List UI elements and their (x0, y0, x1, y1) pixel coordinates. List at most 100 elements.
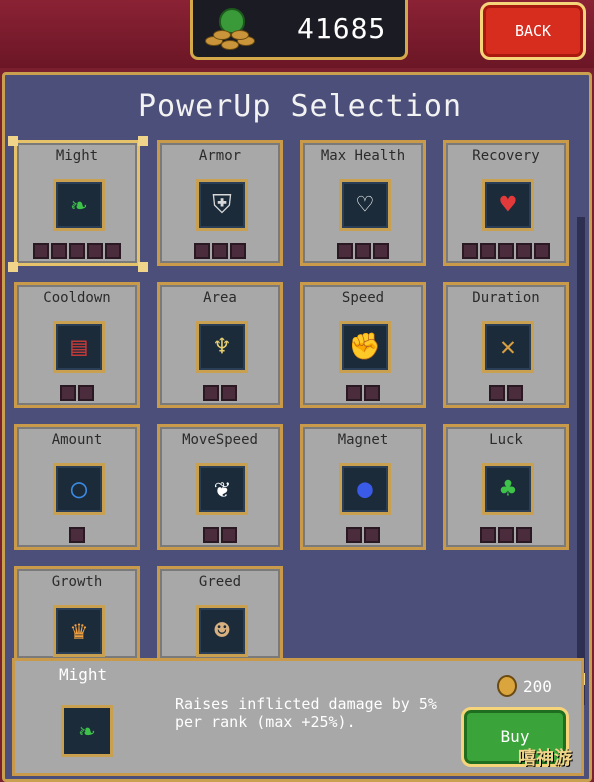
rank-box (105, 243, 121, 259)
powerup-name: Growth (51, 574, 103, 590)
rank-boxes (446, 243, 566, 259)
rank-box (364, 385, 380, 401)
rank-box (203, 527, 219, 543)
crossed-staves-icon: ✕ (482, 321, 534, 373)
coin-total: 41685 (297, 12, 387, 45)
clover-icon: ♣ (482, 463, 534, 515)
rank-boxes (17, 385, 137, 401)
armor-icon: ⛨ (196, 179, 248, 231)
rank-box (498, 527, 514, 543)
rank-box (221, 385, 237, 401)
rank-box (87, 243, 103, 259)
powerup-card-growth[interactable]: Growth ♛ (14, 566, 140, 658)
heart-icon: ♥ (482, 179, 534, 231)
rank-box (69, 243, 85, 259)
powerup-card-max-health[interactable]: Max Health ♡ (300, 140, 426, 266)
powerup-card-speed[interactable]: Speed ✊ (300, 282, 426, 408)
rank-boxes (303, 243, 423, 259)
feather-icon: ❧ (53, 179, 105, 231)
rank-box (78, 385, 94, 401)
gauntlet-icon: ✊ (339, 321, 391, 373)
rank-box (507, 385, 523, 401)
rank-box (534, 243, 550, 259)
powerup-card-recovery[interactable]: Recovery ♥ (443, 140, 569, 266)
rank-boxes (446, 527, 566, 543)
powerup-card-greed[interactable]: Greed ☻ (157, 566, 283, 658)
rank-box (212, 243, 228, 259)
coin-icon (497, 675, 517, 697)
rank-box (516, 243, 532, 259)
wing-icon: ❦ (196, 463, 248, 515)
crown-icon: ♛ (53, 605, 105, 657)
rank-box (498, 243, 514, 259)
rank-box (51, 243, 67, 259)
detail-panel: Might ❧ Raises inflicted damage by 5% pe… (12, 658, 584, 776)
powerup-name: Cooldown (43, 290, 111, 306)
rank-boxes (303, 385, 423, 401)
powerup-card-amount[interactable]: Amount ◯ (14, 424, 140, 550)
powerup-card-cooldown[interactable]: Cooldown ▤ (14, 282, 140, 408)
rank-box (60, 385, 76, 401)
rank-box (203, 385, 219, 401)
powerup-name: Magnet (337, 432, 389, 448)
ring-icon: ◯ (53, 463, 105, 515)
rank-box (230, 243, 246, 259)
selection-corner (8, 136, 18, 146)
scrollbar[interactable] (577, 217, 585, 705)
powerup-name: Might (55, 148, 99, 164)
rank-box (194, 243, 210, 259)
powerup-name: Armor (198, 148, 242, 164)
book-icon: ▤ (53, 321, 105, 373)
rank-box (346, 527, 362, 543)
rank-box (462, 243, 478, 259)
powerup-card-movespeed[interactable]: MoveSpeed ❦ (157, 424, 283, 550)
powerup-card-duration[interactable]: Duration ✕ (443, 282, 569, 408)
powerup-name: Luck (489, 432, 523, 448)
rank-box (480, 527, 496, 543)
rank-box (69, 527, 85, 543)
coin-counter: 41685 (190, 0, 408, 60)
powerup-card-magnet[interactable]: Magnet ● (300, 424, 426, 550)
heart-outline-icon: ♡ (339, 179, 391, 231)
rank-box (221, 527, 237, 543)
powerup-name: Max Health (320, 148, 406, 164)
rank-box (364, 527, 380, 543)
rank-boxes (446, 385, 566, 401)
powerup-name: Area (203, 290, 237, 306)
rank-boxes (303, 527, 423, 543)
back-button[interactable]: BACK (480, 2, 586, 60)
page-title: PowerUp Selection (137, 89, 463, 124)
rank-box (480, 243, 496, 259)
rank-box (516, 527, 532, 543)
rank-box (337, 243, 353, 259)
rank-boxes (17, 527, 137, 543)
rank-box (489, 385, 505, 401)
rank-box (33, 243, 49, 259)
selection-corner (138, 262, 148, 272)
top-bar: 41685 BACK (0, 0, 594, 68)
orb-icon: ● (339, 463, 391, 515)
powerup-name: Duration (472, 290, 540, 306)
powerup-name: Recovery (472, 148, 540, 164)
powerup-card-luck[interactable]: Luck ♣ (443, 424, 569, 550)
powerup-card-might[interactable]: Might ❧ (14, 140, 140, 266)
rank-boxes (160, 527, 280, 543)
rank-box (346, 385, 362, 401)
powerup-card-armor[interactable]: Armor ⛨ (157, 140, 283, 266)
powerup-name: Amount (51, 432, 103, 448)
rank-boxes (17, 243, 137, 259)
detail-description: Raises inflicted damage by 5% per rank (… (175, 695, 437, 731)
powerup-card-area[interactable]: Area ♆ (157, 282, 283, 408)
detail-title: Might (59, 665, 108, 684)
coin-bag-icon (203, 6, 259, 54)
candelabra-icon: ♆ (196, 321, 248, 373)
price: 200 (523, 677, 552, 696)
watermark: 嘻神游 (518, 748, 572, 769)
rank-box (373, 243, 389, 259)
powerup-name: Greed (198, 574, 242, 590)
powerup-name: MoveSpeed (182, 432, 258, 448)
rank-box (355, 243, 371, 259)
selection-corner (138, 136, 148, 146)
mask-icon: ☻ (196, 605, 248, 657)
powerup-name: Speed (341, 290, 385, 306)
